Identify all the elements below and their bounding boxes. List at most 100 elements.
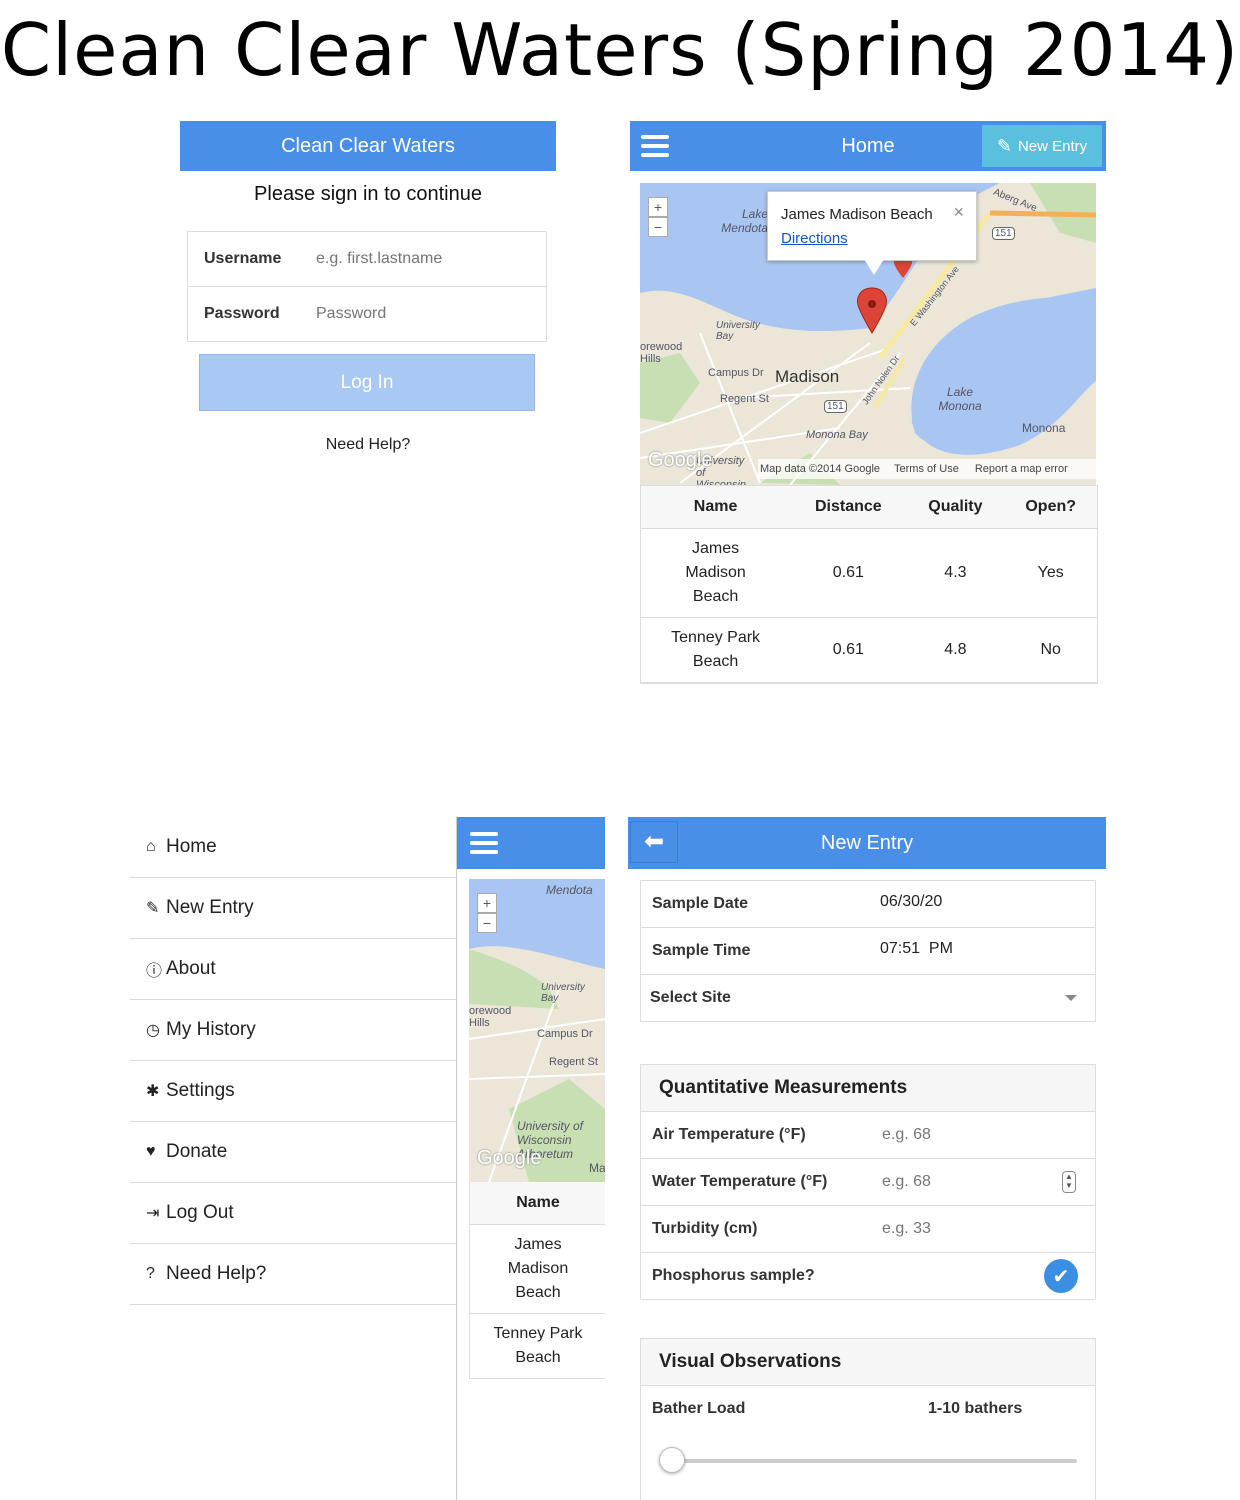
login-header-title: Clean Clear Waters [281,134,455,157]
name-line: Beach [515,1284,561,1301]
info-icon: ⓘ [146,963,163,980]
cell-open: Yes [1004,528,1097,618]
water-temp-label: Water Temperature (°F) [652,1173,828,1190]
home-screen: Home ✎ New Entry Lake Mendota University… [630,121,1106,684]
edit-icon: ✎ [146,900,160,917]
phosphorus-row[interactable]: Phosphorus sample? ✔ [641,1253,1095,1299]
air-temp-label: Air Temperature (°F) [652,1126,806,1143]
map-label-lake-monona: Lake Monona [938,385,982,413]
table-row[interactable]: James Madison Beach [470,1224,605,1314]
cell-quality: 4.8 [906,617,1005,683]
menu-item-label: Log Out [166,1202,234,1223]
map-label-regent-st: Regent St [720,393,769,405]
map-data-attribution: Map data ©2014 Google [760,463,881,475]
menu-item-home[interactable]: ⌂ Home [130,817,456,878]
page-title: Clean Clear Waters (Spring 2014) [0,8,1240,92]
menu-item-label: New Entry [166,897,254,918]
sample-date-row[interactable]: Sample Date 06/30/20 [641,881,1095,928]
slid-map-label-shorewood: orewood Hills [469,1005,512,1029]
slid-map-zoom-in-button[interactable]: + [477,893,497,913]
username-label: Username [204,250,282,267]
slid-map-label-regent-st: Regent St [549,1056,598,1068]
sample-date-input[interactable]: 06/30/20 [880,893,942,911]
map-label-hwy-151-b: 151 [824,400,847,413]
table-row[interactable]: James Madison Beach 0.61 4.3 Yes [641,528,1097,618]
sample-time-label: Sample Time [652,942,751,959]
map-label-campus-dr: Campus Dr [708,367,764,379]
new-entry-header-title: New Entry [820,831,914,854]
turbidity-input[interactable] [880,1219,1064,1239]
menu-item-donate[interactable]: ♥ Donate [130,1122,456,1183]
sample-group: Sample Date 06/30/20 Sample Time 07:51 P… [640,880,1096,1022]
slid-home-panel[interactable]: Mendota University Bay orewood Hills Cam… [456,817,605,1500]
cell-quality: 4.3 [906,528,1005,618]
new-entry-button[interactable]: ✎ New Entry [982,125,1102,167]
menu-item-about[interactable]: ⓘ About [130,939,456,1000]
water-temp-input[interactable] [880,1172,1044,1192]
password-row: Password [188,287,546,341]
heart-icon: ♥ [146,1143,156,1160]
select-site-dropdown[interactable]: Select Site [641,975,1095,1021]
map-popup-directions-link[interactable]: Directions [781,230,848,247]
bather-load-label: Bather Load [652,1400,746,1417]
menu-item-my-history[interactable]: ◷ My History [130,1000,456,1061]
turbidity-row: Turbidity (cm) [641,1206,1095,1253]
bather-load-row: Bather Load 1-10 bathers [641,1386,1095,1432]
map-label-monona-bay: Monona Bay [806,429,868,441]
menu-hamburger-icon[interactable] [641,135,669,157]
map-zoom-in-button[interactable]: + [648,197,668,217]
menu-item-log-out[interactable]: ⇥ Log Out [130,1183,456,1244]
side-menu: ⌂ Home ✎ New Entry ⓘ About ◷ My History … [130,817,456,1307]
map-label-shorewood: orewood Hills [640,341,683,365]
password-input[interactable] [314,304,538,324]
cell-name: James Madison Beach [470,1224,605,1314]
col-quality: Quality [906,486,1005,529]
login-screen: Clean Clear Waters Please sign in to con… [180,121,556,481]
edit-icon: ✎ [996,135,1012,156]
username-input[interactable] [314,249,538,269]
col-distance: Distance [790,486,907,529]
name-line: Tenney Park [671,629,761,646]
slider-handle[interactable] [659,1447,685,1473]
turbidity-label: Turbidity (cm) [652,1220,758,1237]
map-zoom-out-button[interactable]: − [648,217,668,237]
map-label-madison: Madison [775,367,840,386]
name-line: Beach [692,653,739,670]
quantitative-header: Quantitative Measurements [641,1065,1095,1112]
menu-item-label: My History [166,1019,256,1040]
map-marker-dot [868,300,876,308]
home-map[interactable]: Lake Mendota University Bay orewood Hill… [640,183,1096,485]
menu-hamburger-icon[interactable] [470,832,498,854]
air-temp-input[interactable] [880,1125,1064,1145]
cell-name: Tenney Park Beach [641,617,791,683]
quantitative-group: Quantitative Measurements Air Temperatur… [640,1064,1096,1300]
slid-map-label-ma: Ma [589,1161,605,1175]
bather-load-slider[interactable] [659,1447,1077,1475]
map-report-link[interactable]: Report a map error [975,463,1068,475]
password-label: Password [204,305,280,322]
name-line: James [692,540,740,557]
back-button[interactable]: ⬅ [630,821,678,863]
home-header-title: Home [841,134,895,157]
table-row[interactable]: Tenney Park Beach [470,1313,605,1379]
phosphorus-checkbox[interactable]: ✔ [1044,1259,1078,1293]
menu-item-new-entry[interactable]: ✎ New Entry [130,878,456,939]
menu-item-settings[interactable]: ✱ Settings [130,1061,456,1122]
table-row[interactable]: Tenney Park Beach 0.61 4.8 No [641,617,1097,683]
slid-map-zoom-out-button[interactable]: − [477,913,497,933]
map-footer: Map data ©2014 Google Terms of Use Repor… [758,459,1096,479]
number-spinner-icon[interactable]: ▲ ▼ [1062,1171,1076,1193]
map-terms-link[interactable]: Terms of Use [894,463,959,475]
map-label-university-bay: University Bay [716,320,760,342]
slid-map-label-university-bay: University Bay [541,982,585,1004]
menu-item-label: About [166,958,216,979]
login-header-bar: Clean Clear Waters [180,121,556,171]
sample-time-row[interactable]: Sample Time 07:51 PM [641,928,1095,975]
login-button[interactable]: Log In [199,354,535,411]
map-popup-title: James Madison Beach [781,206,933,223]
login-help-link[interactable]: Need Help? [180,436,556,454]
cell-distance: 0.61 [790,617,907,683]
map-popup-close-icon[interactable]: × [953,202,964,223]
menu-item-need-help[interactable]: ? Need Help? [130,1244,456,1305]
sample-time-input[interactable]: 07:51 PM [880,940,953,958]
